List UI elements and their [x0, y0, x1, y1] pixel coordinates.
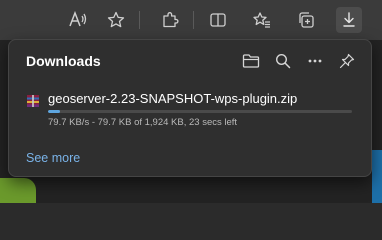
browser-window: Downloads geoserver-2.23-SNAPSHOT-wps-pl… — [0, 0, 382, 203]
page-blue-element — [372, 150, 382, 203]
browser-toolbar — [0, 0, 382, 40]
search-icon[interactable] — [273, 51, 293, 71]
download-progress-bar — [48, 110, 352, 113]
download-status-text: 79.7 KB/s - 79.7 KB of 1,924 KB, 23 secs… — [48, 117, 238, 128]
downloads-panel-actions — [241, 51, 357, 71]
download-item[interactable]: geoserver-2.23-SNAPSHOT-wps-plugin.zip 7… — [20, 86, 360, 132]
downloads-panel: Downloads geoserver-2.23-SNAPSHOT-wps-pl… — [8, 39, 372, 177]
favorite-star-icon[interactable] — [103, 7, 129, 33]
collections-icon[interactable] — [293, 7, 319, 33]
toolbar-separator — [193, 11, 194, 29]
more-options-icon[interactable] — [305, 51, 325, 71]
zip-archive-icon — [26, 94, 40, 108]
extensions-icon[interactable] — [157, 7, 183, 33]
page-green-element — [0, 178, 36, 203]
split-screen-icon[interactable] — [205, 7, 231, 33]
read-aloud-icon[interactable] — [65, 7, 91, 33]
see-more-link[interactable]: See more — [26, 151, 80, 165]
downloads-panel-title: Downloads — [26, 53, 101, 69]
favorites-icon[interactable] — [249, 7, 275, 33]
open-folder-icon[interactable] — [241, 51, 261, 71]
downloads-icon[interactable] — [336, 7, 362, 33]
toolbar-separator — [139, 11, 140, 29]
download-file-name[interactable]: geoserver-2.23-SNAPSHOT-wps-plugin.zip — [48, 91, 297, 106]
download-progress-fill — [48, 110, 61, 113]
pin-icon[interactable] — [337, 51, 357, 71]
